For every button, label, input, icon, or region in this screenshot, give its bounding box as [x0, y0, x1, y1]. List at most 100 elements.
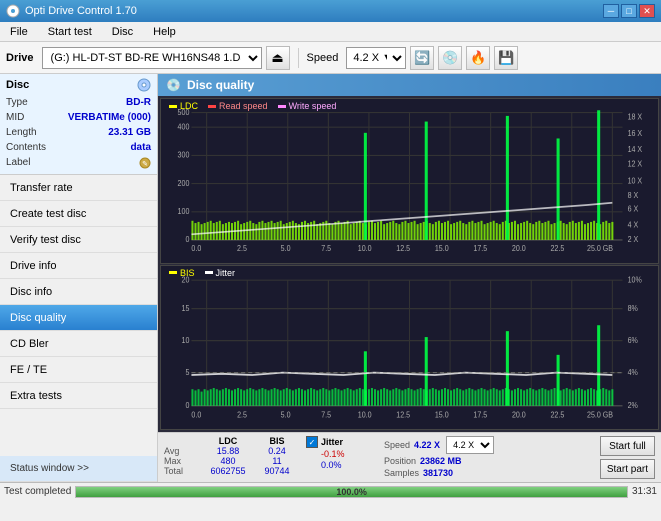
progress-bar-container: Test completed 100.0% 31:31: [0, 482, 661, 500]
svg-text:2.5: 2.5: [237, 410, 247, 420]
drive-label: Drive: [6, 52, 34, 64]
svg-text:10.0: 10.0: [358, 244, 372, 253]
svg-text:0: 0: [185, 400, 189, 410]
mid-label: MID: [6, 110, 24, 125]
sidebar-item-fe-te[interactable]: FE / TE: [0, 357, 157, 383]
max-ldc-value: 480: [202, 456, 254, 466]
svg-text:4 X: 4 X: [628, 220, 639, 229]
sidebar-nav: Transfer rate Create test disc Verify te…: [0, 175, 157, 482]
sidebar-item-verify-test-disc[interactable]: Verify test disc: [0, 227, 157, 253]
svg-text:5: 5: [185, 367, 189, 377]
avg-ldc-value: 15.88: [202, 446, 254, 456]
disc-info-panel: Disc Type BD-R MID VERBATIMe (000) Lengt…: [0, 74, 157, 175]
menu-start-test[interactable]: Start test: [42, 24, 98, 40]
sidebar-item-drive-info[interactable]: Drive info: [0, 253, 157, 279]
sidebar-item-disc-info[interactable]: Disc info: [0, 279, 157, 305]
svg-text:100: 100: [178, 207, 190, 216]
app-title: Opti Drive Control 1.70: [25, 5, 137, 17]
disc-icon: [137, 78, 151, 92]
label-icon: ✎: [139, 157, 151, 169]
main-content: 💿 Disc quality LDC Read speed: [158, 74, 661, 482]
speed-label: Speed: [307, 52, 339, 64]
sidebar-item-cd-bler[interactable]: CD Bler: [0, 331, 157, 357]
sidebar-item-create-test-disc[interactable]: Create test disc: [0, 201, 157, 227]
close-button[interactable]: ✕: [639, 4, 655, 18]
top-chart-legend: LDC Read speed Write speed: [169, 101, 336, 111]
svg-text:400: 400: [178, 122, 190, 131]
svg-text:2.5: 2.5: [237, 244, 247, 253]
svg-text:7.5: 7.5: [321, 410, 331, 420]
jitter-checkbox[interactable]: ✓: [306, 436, 318, 448]
speed-select[interactable]: 4.2 X ▼: [346, 47, 406, 69]
svg-text:5.0: 5.0: [281, 410, 291, 420]
start-part-button[interactable]: Start part: [600, 459, 655, 479]
length-label: Length: [6, 125, 37, 140]
action-buttons: Start full Start part: [600, 436, 655, 479]
svg-text:4%: 4%: [628, 367, 638, 377]
length-value: 23.31 GB: [108, 125, 151, 140]
maximize-button[interactable]: □: [621, 4, 637, 18]
svg-text:0: 0: [185, 235, 189, 244]
svg-text:0.0: 0.0: [191, 244, 201, 253]
top-chart-svg: 0 100 200 300 400 500 2 X 4 X 6 X 8 X 10…: [161, 99, 658, 263]
svg-text:20.0: 20.0: [512, 244, 526, 253]
top-chart: LDC Read speed Write speed: [160, 98, 659, 264]
label-label: Label: [6, 155, 30, 170]
jitter-legend-label: Jitter: [216, 268, 236, 278]
menu-disc[interactable]: Disc: [106, 24, 139, 40]
bis-col-header: BIS: [256, 436, 298, 446]
speed-value: 4.22 X: [414, 440, 440, 450]
svg-text:8%: 8%: [628, 303, 638, 313]
svg-text:5.0: 5.0: [281, 244, 291, 253]
svg-text:25.0 GB: 25.0 GB: [587, 244, 613, 253]
drive-select[interactable]: (G:) HL-DT-ST BD-RE WH16NS48 1.D3: [42, 47, 262, 69]
total-ldc-value: 6062755: [202, 466, 254, 476]
stats-bar: LDC BIS Avg 15.88 0.24 Max 480 11 Total …: [158, 432, 661, 482]
svg-text:22.5: 22.5: [550, 410, 564, 420]
position-value: 23862 MB: [420, 456, 462, 466]
speed-key: Speed: [384, 440, 410, 450]
app-icon: [6, 4, 20, 18]
samples-key: Samples: [384, 468, 419, 478]
sidebar-item-disc-quality[interactable]: Disc quality: [0, 305, 157, 331]
svg-text:12 X: 12 X: [628, 159, 643, 168]
save-button[interactable]: 💾: [494, 46, 518, 70]
menu-help[interactable]: Help: [147, 24, 182, 40]
sidebar-item-extra-tests[interactable]: Extra tests: [0, 383, 157, 409]
svg-text:14 X: 14 X: [628, 145, 643, 154]
speed-display-select[interactable]: 4.2 X: [446, 436, 494, 454]
svg-text:22.5: 22.5: [550, 244, 564, 253]
start-full-button[interactable]: Start full: [600, 436, 655, 456]
menu-file[interactable]: File: [4, 24, 34, 40]
minimize-button[interactable]: ─: [603, 4, 619, 18]
sidebar-item-transfer-rate[interactable]: Transfer rate: [0, 175, 157, 201]
type-label: Type: [6, 95, 28, 110]
read-speed-legend-label: Read speed: [219, 101, 268, 111]
svg-text:15: 15: [182, 303, 190, 313]
content-header: 💿 Disc quality: [158, 74, 661, 96]
total-label: Total: [164, 466, 200, 476]
svg-text:12.5: 12.5: [396, 244, 410, 253]
svg-text:10.0: 10.0: [358, 410, 372, 420]
mid-value: VERBATIMe (000): [68, 110, 151, 125]
burn-button[interactable]: 🔥: [466, 46, 490, 70]
svg-text:17.5: 17.5: [473, 244, 487, 253]
disc-button[interactable]: 💿: [438, 46, 462, 70]
max-jitter-value: 0.0%: [306, 460, 376, 470]
content-icon: 💿: [166, 78, 181, 92]
svg-text:15.0: 15.0: [435, 410, 449, 420]
svg-text:8 X: 8 X: [628, 191, 639, 200]
bottom-chart: BIS Jitter: [160, 265, 659, 431]
refresh-button[interactable]: 🔄: [410, 46, 434, 70]
max-bis-value: 11: [256, 456, 298, 466]
eject-button[interactable]: ⏏: [266, 46, 290, 70]
bottom-chart-legend: BIS Jitter: [169, 268, 235, 278]
status-window-button[interactable]: Status window >>: [0, 456, 157, 482]
title-bar: Opti Drive Control 1.70 ─ □ ✕: [0, 0, 661, 22]
contents-label: Contents: [6, 140, 46, 155]
test-completed-label: Test completed: [4, 486, 71, 497]
ldc-header: [164, 436, 200, 446]
svg-text:200: 200: [178, 178, 190, 187]
avg-label: Avg: [164, 446, 200, 456]
svg-text:12.5: 12.5: [396, 410, 410, 420]
